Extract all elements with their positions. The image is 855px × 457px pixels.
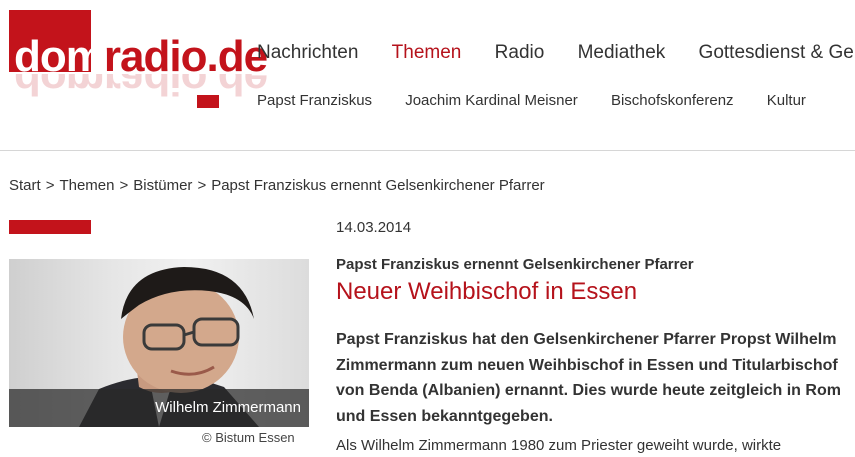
article-date: 14.03.2014 xyxy=(336,219,412,236)
article-photo[interactable]: Wilhelm Zimmermann xyxy=(9,259,309,427)
nav-item-radio[interactable]: Radio xyxy=(495,42,545,64)
lead-line: Papst Franziskus hat den Gelsenkirchener… xyxy=(336,331,837,348)
breadcrumb-current: Papst Franziskus ernennt Gelsenkirchener… xyxy=(211,177,545,194)
article-title: Neuer Weihbischof in Essen xyxy=(336,278,638,305)
article-lead: Papst Franziskus hat den Gelsenkirchener… xyxy=(336,327,855,429)
sub-navigation: Papst Franziskus Joachim Kardinal Meisne… xyxy=(257,92,835,109)
logo-reflection: domradio.de xyxy=(14,74,268,102)
subnav-item-kardinal-meisner[interactable]: Joachim Kardinal Meisner xyxy=(405,92,578,109)
lead-line: und Essen bekanntgegeben. xyxy=(336,407,553,425)
photo-caption: Wilhelm Zimmermann xyxy=(9,389,309,427)
site-logo[interactable]: domradio.de domradio.de xyxy=(9,10,268,102)
subnav-item-papst-franziskus[interactable]: Papst Franziskus xyxy=(257,92,372,109)
breadcrumb: Start > Themen > Bistümer > Papst Franziskus e… xyxy=(9,177,545,194)
lead-line: von Benda (Albanien) ernannt. Dies wurde… xyxy=(336,382,841,399)
nav-item-themen[interactable]: Themen xyxy=(392,42,462,64)
article-body: Als Wilhelm Zimmermann 1980 zum Priester… xyxy=(336,437,782,454)
breadcrumb-bistuemer[interactable]: Bistümer xyxy=(133,177,192,194)
article-kicker: Papst Franziskus ernennt Gelsenkirchener… xyxy=(336,256,694,273)
main-navigation: Nachrichten Themen Radio Mediathek Gotte… xyxy=(257,42,855,64)
nav-item-mediathek[interactable]: Mediathek xyxy=(578,42,666,64)
site-header: domradio.de domradio.de Nachrichten Them… xyxy=(0,0,855,151)
nav-item-gottesdienst[interactable]: Gottesdienst & Geb xyxy=(699,42,855,64)
section-red-bar xyxy=(9,220,91,234)
subnav-item-kultur[interactable]: Kultur xyxy=(767,92,806,109)
subnav-item-bischofskonferenz[interactable]: Bischofskonferenz xyxy=(611,92,734,109)
breadcrumb-themen[interactable]: Themen xyxy=(59,177,114,194)
breadcrumb-start[interactable]: Start xyxy=(9,177,41,194)
breadcrumb-separator: > xyxy=(197,177,207,194)
photo-copyright: © Bistum Essen xyxy=(202,430,295,445)
breadcrumb-separator: > xyxy=(45,177,55,194)
nav-item-nachrichten[interactable]: Nachrichten xyxy=(257,42,358,64)
lead-line: Zimmermann zum neuen Weihbischof in Esse… xyxy=(336,356,838,374)
subnav-marker xyxy=(197,95,219,108)
breadcrumb-separator: > xyxy=(119,177,129,194)
